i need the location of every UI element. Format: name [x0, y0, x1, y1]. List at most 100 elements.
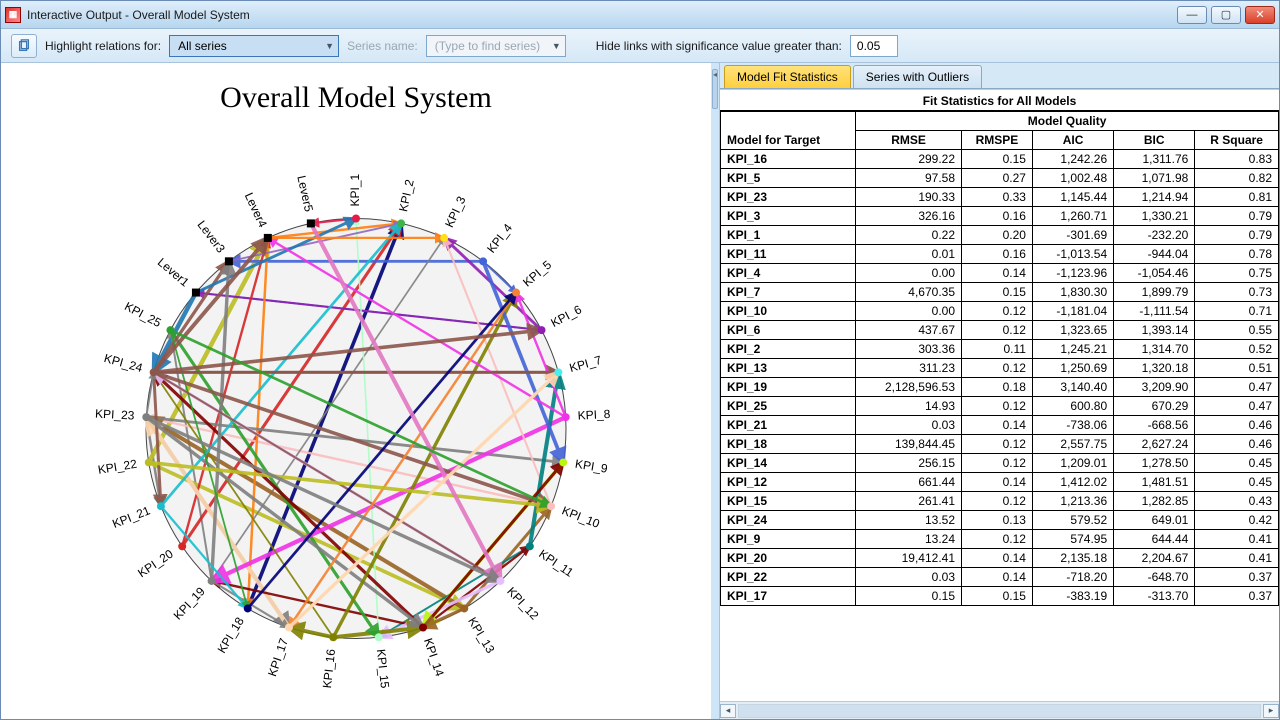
cell-value: 1,311.76	[1114, 150, 1195, 169]
chart-node[interactable]	[192, 289, 200, 297]
tab-series-outliers[interactable]: Series with Outliers	[853, 65, 982, 88]
chart-node[interactable]	[496, 577, 504, 585]
chart-node[interactable]	[460, 605, 468, 613]
cell-value: 1,245.21	[1032, 340, 1113, 359]
table-row[interactable]: KPI_74,670.350.151,830.301,899.790.73	[721, 283, 1279, 302]
cell-value: 0.46	[1195, 416, 1279, 435]
splitter-grip-icon: ◂	[712, 69, 718, 109]
table-row[interactable]: KPI_3326.160.161,260.711,330.210.79	[721, 207, 1279, 226]
maximize-button[interactable]: ▢	[1211, 6, 1241, 24]
chart-node[interactable]	[562, 413, 570, 421]
table-row[interactable]: KPI_2303.360.111,245.211,314.700.52	[721, 340, 1279, 359]
chart-node[interactable]	[285, 624, 293, 632]
chart-node[interactable]	[264, 234, 272, 242]
chart-node[interactable]	[352, 215, 360, 223]
chart-node[interactable]	[307, 220, 315, 228]
cell-value: 0.00	[856, 264, 962, 283]
chart-node[interactable]	[559, 459, 567, 467]
cell-target: KPI_1	[721, 226, 856, 245]
network-chart[interactable]: KPI_1KPI_2KPI_3KPI_4KPI_5KPI_6KPI_7KPI_8…	[76, 149, 636, 712]
close-button[interactable]: ✕	[1245, 6, 1275, 24]
col-header: RMSPE	[962, 131, 1033, 150]
table-row[interactable]: KPI_15261.410.121,213.361,282.850.43	[721, 492, 1279, 511]
cell-value: 1,209.01	[1032, 454, 1113, 473]
scroll-right-icon[interactable]: ▸	[1263, 704, 1279, 718]
chart-node[interactable]	[554, 369, 562, 377]
fit-table-area[interactable]: Fit Statistics for All Models Model for …	[720, 89, 1279, 701]
chart-node[interactable]	[419, 624, 427, 632]
fit-statistics-table: Model for TargetModel QualityRMSERMSPEAI…	[720, 111, 1279, 606]
table-row[interactable]: KPI_10.220.20-301.69-232.200.79	[721, 226, 1279, 245]
chart-node[interactable]	[142, 413, 150, 421]
chart-node[interactable]	[244, 605, 252, 613]
chart-node-label: KPI_13	[465, 615, 497, 656]
cell-target: KPI_22	[721, 568, 856, 587]
scroll-track[interactable]	[738, 704, 1261, 718]
series-name-combo[interactable]: (Type to find series) ▼	[426, 35, 566, 57]
scroll-left-icon[interactable]: ◂	[720, 704, 736, 718]
table-row[interactable]: KPI_16299.220.151,242.261,311.760.83	[721, 150, 1279, 169]
table-row[interactable]: KPI_6437.670.121,323.651,393.140.55	[721, 321, 1279, 340]
cell-value: 1,393.14	[1114, 321, 1195, 340]
chart-node[interactable]	[479, 258, 487, 266]
table-row[interactable]: KPI_220.030.14-718.20-648.700.37	[721, 568, 1279, 587]
titlebar: ▦ Interactive Output - Overall Model Sys…	[1, 1, 1279, 29]
table-row[interactable]: KPI_913.240.12574.95644.440.41	[721, 530, 1279, 549]
chart-node[interactable]	[397, 220, 405, 228]
table-row[interactable]: KPI_192,128,596.530.183,140.403,209.900.…	[721, 378, 1279, 397]
horizontal-scrollbar[interactable]: ◂ ▸	[720, 701, 1279, 719]
chart-node-label: Lever3	[195, 218, 229, 256]
cell-value: 1,260.71	[1032, 207, 1113, 226]
cell-value: 0.37	[1195, 568, 1279, 587]
copy-button[interactable]	[11, 34, 37, 58]
table-row[interactable]: KPI_23190.330.331,145.441,214.940.81	[721, 188, 1279, 207]
table-row[interactable]: KPI_110.010.16-1,013.54-944.040.78	[721, 245, 1279, 264]
table-row[interactable]: KPI_13311.230.121,250.691,320.180.51	[721, 359, 1279, 378]
chart-node[interactable]	[150, 369, 158, 377]
chart-node[interactable]	[208, 577, 216, 585]
chart-node-label: KPI_25	[122, 300, 164, 331]
table-row[interactable]: KPI_12661.440.141,412.021,481.510.45	[721, 473, 1279, 492]
col-header: R Square	[1195, 131, 1279, 150]
significance-threshold-input[interactable]: 0.05	[850, 35, 898, 57]
table-row[interactable]: KPI_100.000.12-1,181.04-1,111.540.71	[721, 302, 1279, 321]
table-row[interactable]: KPI_170.150.15-383.19-313.700.37	[721, 587, 1279, 606]
chart-node[interactable]	[512, 289, 520, 297]
chart-node[interactable]	[547, 503, 555, 511]
chart-node[interactable]	[329, 634, 337, 642]
table-row[interactable]: KPI_40.000.14-1,123.96-1,054.460.75	[721, 264, 1279, 283]
cell-value: 0.15	[962, 150, 1033, 169]
cell-value: 0.20	[962, 226, 1033, 245]
cell-value: 0.03	[856, 416, 962, 435]
chart-node[interactable]	[225, 258, 233, 266]
col-header: RMSE	[856, 131, 962, 150]
chart-node[interactable]	[375, 634, 383, 642]
chart-node-label: KPI_8	[577, 407, 611, 423]
cell-value: 0.15	[962, 587, 1033, 606]
chart-node[interactable]	[538, 326, 546, 334]
table-row[interactable]: KPI_597.580.271,002.481,071.980.82	[721, 169, 1279, 188]
chart-node-label: Lever4	[242, 191, 270, 230]
chart-node[interactable]	[526, 543, 534, 551]
chart-node[interactable]	[145, 459, 153, 467]
chart-node[interactable]	[157, 503, 165, 511]
chart-node-label: KPI_15	[374, 649, 392, 690]
chart-node[interactable]	[178, 543, 186, 551]
cell-target: KPI_24	[721, 511, 856, 530]
table-row[interactable]: KPI_2514.930.12600.80670.290.47	[721, 397, 1279, 416]
minimize-button[interactable]: —	[1177, 6, 1207, 24]
tab-model-fit[interactable]: Model Fit Statistics	[724, 65, 851, 88]
highlight-series-combo[interactable]: All series ▼	[169, 35, 339, 57]
scroll-thumb[interactable]	[739, 705, 1260, 717]
chart-node[interactable]	[166, 326, 174, 334]
table-row[interactable]: KPI_18139,844.450.122,557.752,627.240.46	[721, 435, 1279, 454]
chart-node[interactable]	[440, 234, 448, 242]
cell-value: 190.33	[856, 188, 962, 207]
table-row[interactable]: KPI_210.030.14-738.06-668.560.46	[721, 416, 1279, 435]
table-row[interactable]: KPI_2019,412.410.142,135.182,204.670.41	[721, 549, 1279, 568]
cell-value: 0.52	[1195, 340, 1279, 359]
table-row[interactable]: KPI_2413.520.13579.52649.010.42	[721, 511, 1279, 530]
cell-value: 1,071.98	[1114, 169, 1195, 188]
splitter[interactable]: ◂	[711, 63, 719, 719]
table-row[interactable]: KPI_14256.150.121,209.011,278.500.45	[721, 454, 1279, 473]
